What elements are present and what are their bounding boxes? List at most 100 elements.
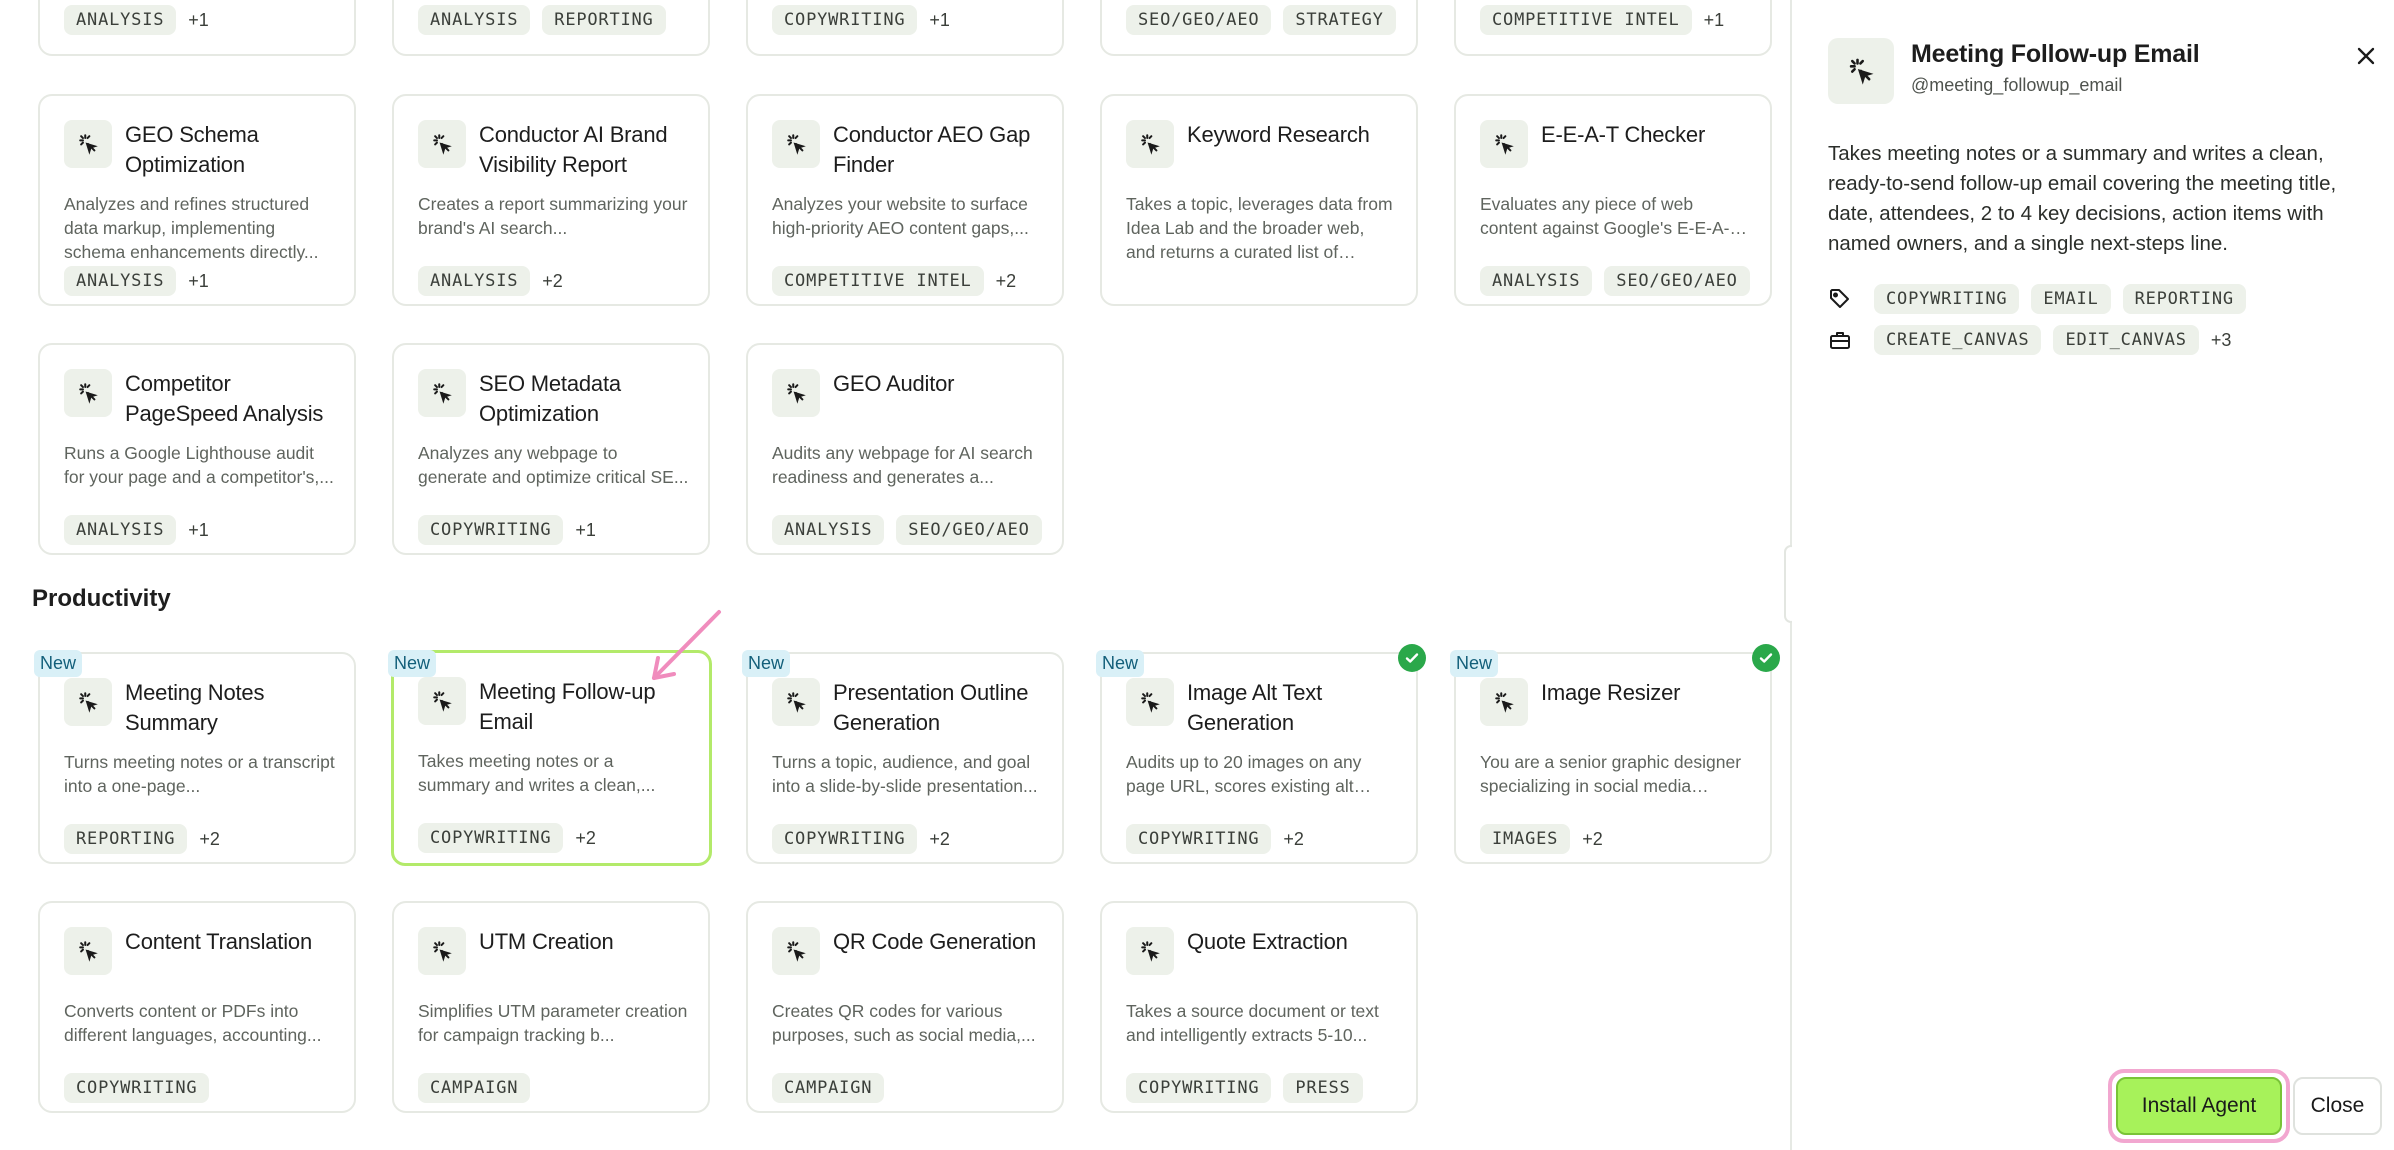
panel-handle: @meeting_followup_email xyxy=(1911,75,2123,95)
tag: PRESS xyxy=(1283,1073,1363,1103)
tag: ANALYSIS xyxy=(772,515,885,545)
agent-card-meeting-notes-summary[interactable]: New Meeting Notes Summary Turns meeting … xyxy=(34,650,356,864)
more-tags-count: +2 xyxy=(1283,828,1304,849)
tool-tags-row: CREATE_CANVAS EDIT_CANVAS +3 xyxy=(1828,325,2231,355)
agent-card-image-alt-text-generation[interactable]: New Image Alt Text Generation Audits up … xyxy=(1096,644,1426,864)
card-tags: IMAGES +2 xyxy=(1480,824,1603,854)
more-tags-count: +1 xyxy=(188,270,209,291)
agent-card-utm-creation[interactable]: UTM Creation Simplifies UTM parameter cr… xyxy=(392,901,710,1113)
agent-details-panel: Meeting Follow-up Email @meeting_followu… xyxy=(1792,0,2394,1150)
agent-gallery: ANALYSIS +1 ANALYSIS REPORTING COPYWRITI… xyxy=(0,0,1790,1150)
tag: COPYWRITING xyxy=(418,515,564,545)
card-tags: SEO/GEO/AEO STRATEGY xyxy=(1126,5,1396,35)
agent-card[interactable]: COPYWRITING +1 xyxy=(746,0,1064,56)
more-tags-count: +2 xyxy=(1582,828,1603,849)
more-tags-count: +3 xyxy=(2210,329,2232,350)
agent-card-presentation-outline-generation[interactable]: New Presentation Outline Generation Turn… xyxy=(742,650,1064,864)
tag: COMPETITIVE INTEL xyxy=(1480,5,1692,35)
tag: CREATE_CANVAS xyxy=(1874,325,2042,355)
new-badge: New xyxy=(388,650,437,677)
card-title: Image Resizer xyxy=(1541,680,1681,705)
tag: REPORTING xyxy=(64,824,188,854)
tag: COPYWRITING xyxy=(772,5,918,35)
card-title: GEO Auditor xyxy=(833,371,955,396)
tag: EDIT_CANVAS xyxy=(2053,325,2199,355)
tag: REPORTING xyxy=(542,5,666,35)
more-tags-count: +2 xyxy=(575,827,596,848)
cursor-click-icon xyxy=(772,678,820,726)
agent-card-geo-schema-optimization[interactable]: GEO Schema Optimization Analyzes and ref… xyxy=(38,94,356,306)
cursor-click-icon xyxy=(772,120,820,168)
tag: COPYWRITING xyxy=(1126,824,1272,854)
close-button[interactable]: Close xyxy=(2293,1077,2382,1135)
cursor-click-icon xyxy=(1126,120,1174,168)
card-tags: ANALYSIS +1 xyxy=(64,515,209,545)
card-title: UTM Creation xyxy=(479,929,614,954)
agent-card-geo-auditor[interactable]: GEO Auditor Audits any webpage for AI se… xyxy=(746,343,1064,555)
card-tags: ANALYSIS +1 xyxy=(64,5,209,35)
card-tags: COPYWRITING +2 xyxy=(418,823,596,853)
agent-card[interactable]: SEO/GEO/AEO STRATEGY xyxy=(1100,0,1418,56)
card-tags: COPYWRITING +1 xyxy=(772,5,950,35)
card-title: Presentation Outline Generation xyxy=(833,680,1029,735)
card-tags: ANALYSIS SEO/GEO/AEO xyxy=(1480,266,1750,296)
more-tags-count: +1 xyxy=(929,9,950,30)
cursor-click-icon xyxy=(64,678,112,726)
agent-card-competitor-pagespeed-analysis[interactable]: Competitor PageSpeed Analysis Runs a Goo… xyxy=(38,343,356,555)
agent-card-conductor-aeo-gap-finder[interactable]: Conductor AEO Gap Finder Analyzes your w… xyxy=(746,94,1064,306)
more-tags-count: +2 xyxy=(929,828,950,849)
card-title: E-E-A-T Checker xyxy=(1541,122,1706,147)
agent-card[interactable]: COMPETITIVE INTEL +1 xyxy=(1454,0,1772,56)
tag: IMAGES xyxy=(1480,824,1571,854)
agent-card-qr-code-generation[interactable]: QR Code Generation Creates QR codes for … xyxy=(746,901,1064,1113)
card-description: Analyzes your website to surface high-pr… xyxy=(772,194,1029,238)
card-description: Analyzes any webpage to generate and opt… xyxy=(418,443,689,487)
card-tags: COMPETITIVE INTEL +1 xyxy=(1480,5,1724,35)
card-description: Simplifies UTM parameter creation for ca… xyxy=(418,1001,688,1045)
agent-card-eeat-checker[interactable]: E-E-A-T Checker Evaluates any piece of w… xyxy=(1454,94,1772,306)
card-description: Creates a report summarizing your brand'… xyxy=(418,194,688,238)
more-tags-count: +1 xyxy=(188,9,209,30)
tag: COPYWRITING xyxy=(418,823,564,853)
card-title: Keyword Research xyxy=(1187,122,1370,147)
card-description: Takes meeting notes or a summary and wri… xyxy=(418,751,656,795)
agent-card[interactable]: ANALYSIS +1 xyxy=(38,0,356,56)
annotation-arrow-icon xyxy=(652,610,721,680)
agent-card-image-resizer[interactable]: New Image Resizer You are a senior graph… xyxy=(1450,644,1780,864)
tag: EMAIL xyxy=(2031,284,2111,314)
section-heading-productivity: Productivity xyxy=(32,585,171,612)
cursor-click-icon xyxy=(1828,38,1894,104)
card-title: QR Code Generation xyxy=(833,929,1037,954)
close-icon[interactable] xyxy=(2352,42,2380,70)
cursor-click-icon xyxy=(772,369,820,417)
agent-card-seo-metadata-optimization[interactable]: SEO Metadata Optimization Analyzes any w… xyxy=(392,343,710,555)
card-tags: REPORTING +2 xyxy=(64,824,220,854)
card-tags: ANALYSIS REPORTING xyxy=(418,5,666,35)
tag: COPYWRITING xyxy=(772,824,918,854)
agent-card-content-translation[interactable]: Content Translation Converts content or … xyxy=(38,901,356,1113)
card-title: Image Alt Text Generation xyxy=(1187,680,1322,735)
card-title: Competitor PageSpeed Analysis xyxy=(125,371,324,426)
card-description: Takes a source document or text and inte… xyxy=(1126,1001,1379,1045)
install-agent-button[interactable]: Install Agent xyxy=(2116,1077,2282,1135)
card-description: Creates QR codes for various purposes, s… xyxy=(772,1001,1036,1045)
agent-card-keyword-research[interactable]: Keyword Research Takes a topic, leverage… xyxy=(1100,94,1418,306)
cursor-click-icon xyxy=(1126,927,1174,975)
cursor-click-icon xyxy=(64,369,112,417)
cursor-click-icon xyxy=(1126,678,1174,726)
card-description: Converts content or PDFs into different … xyxy=(64,1001,322,1045)
check-icon xyxy=(1398,644,1426,672)
card-tags: ANALYSIS SEO/GEO/AEO xyxy=(772,515,1042,545)
agent-card-conductor-ai-brand-visibility-report[interactable]: Conductor AI Brand Visibility Report Cre… xyxy=(392,94,710,306)
agent-card-quote-extraction[interactable]: Quote Extraction Takes a source document… xyxy=(1100,901,1418,1113)
card-title: Content Translation xyxy=(125,929,312,954)
more-tags-count: +2 xyxy=(542,270,563,291)
tag: STRATEGY xyxy=(1283,5,1396,35)
check-icon xyxy=(1752,644,1780,672)
tag: ANALYSIS xyxy=(64,515,177,545)
agent-card[interactable]: ANALYSIS REPORTING xyxy=(392,0,710,56)
cursor-click-icon xyxy=(1480,120,1528,168)
card-title: Meeting Notes Summary xyxy=(125,680,265,735)
card-tags: COPYWRITING +2 xyxy=(1126,824,1304,854)
card-tags: ANALYSIS +1 xyxy=(64,266,209,296)
